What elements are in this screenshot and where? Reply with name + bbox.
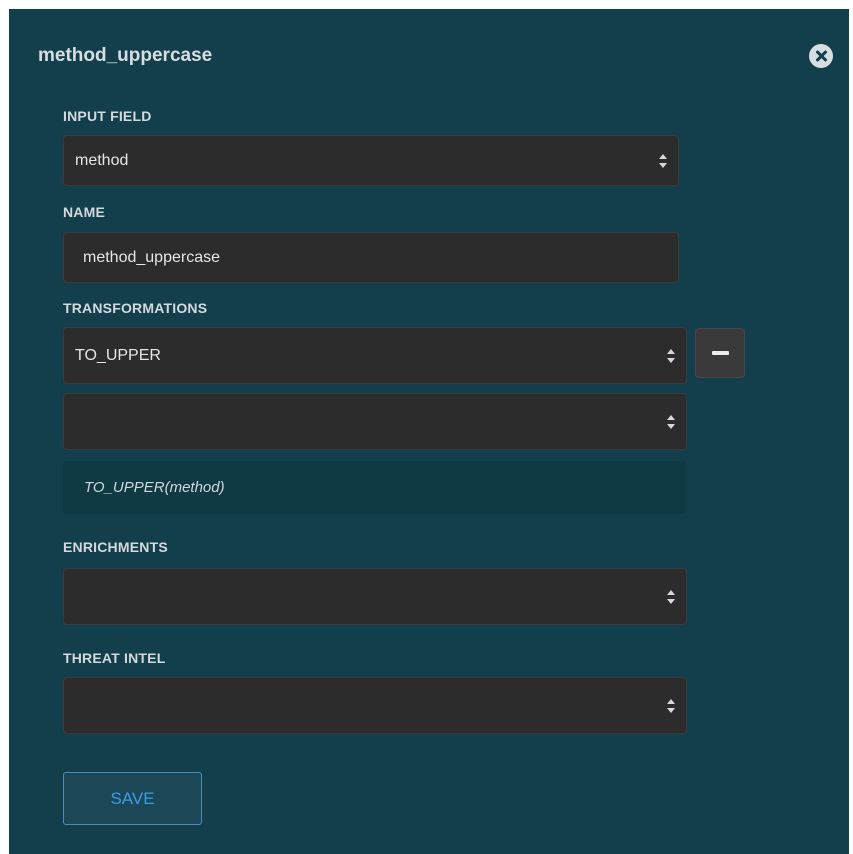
name-input[interactable]: method_uppercase [63,232,679,283]
threat-intel-label: THREAT INTEL [63,650,166,666]
input-field-value: method [75,151,129,169]
select-caret-icon [667,698,675,713]
input-field-select[interactable]: method [63,135,679,186]
transformation-preview: TO_UPPER(method) [63,461,686,514]
transformation-select[interactable]: TO_UPPER [63,327,687,384]
enrichments-select[interactable] [63,568,687,625]
select-caret-icon [659,153,667,168]
transformation-select-empty[interactable] [63,393,687,450]
threat-intel-select[interactable] [63,677,687,734]
name-value: method_uppercase [83,248,220,266]
select-caret-icon [667,414,675,429]
remove-transformation-button[interactable] [695,328,745,378]
input-field-label: INPUT FIELD [63,108,152,124]
field-editor-panel: method_uppercase INPUT FIELD method NAME… [9,9,849,854]
select-caret-icon [667,348,675,363]
save-button[interactable]: SAVE [63,772,202,825]
close-icon[interactable] [809,44,833,68]
select-caret-icon [667,589,675,604]
transformations-label: TRANSFORMATIONS [63,300,208,316]
transformation-value: TO_UPPER [75,346,161,364]
enrichments-label: ENRICHMENTS [63,539,168,555]
panel-title: method_uppercase [38,45,213,66]
name-label: NAME [63,204,106,220]
